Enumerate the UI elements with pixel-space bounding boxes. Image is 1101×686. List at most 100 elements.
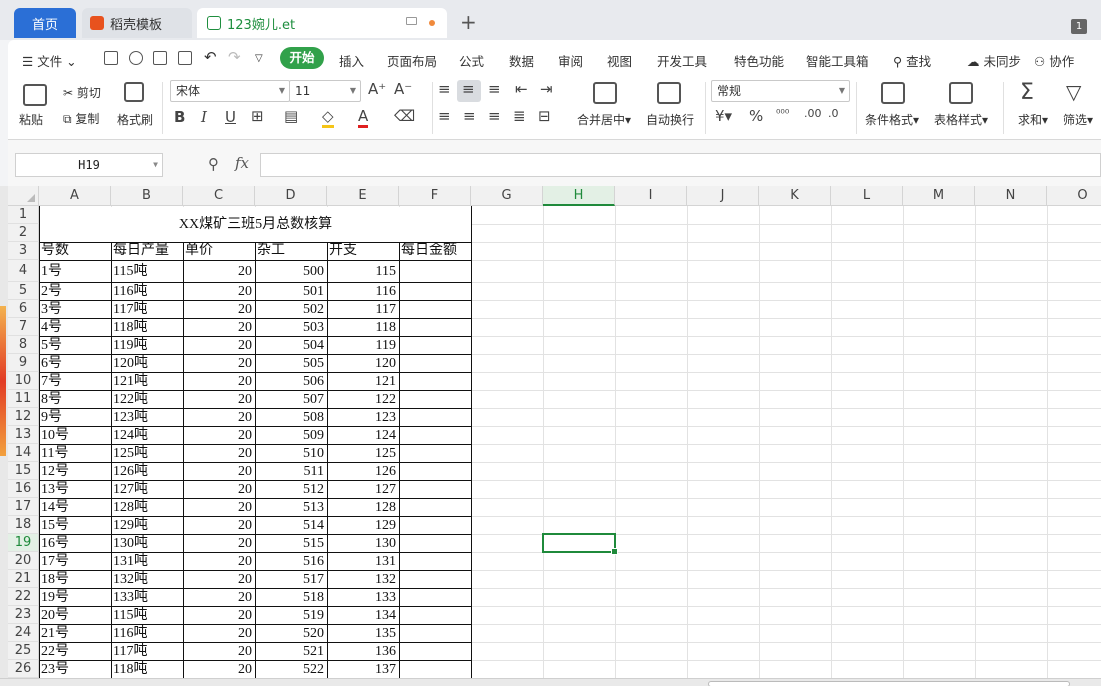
- table-cell[interactable]: 19号: [39, 588, 111, 606]
- increase-decimal-icon[interactable]: .00: [804, 107, 822, 120]
- menu-formula[interactable]: 公式: [459, 51, 484, 70]
- table-cell[interactable]: 8号: [39, 390, 111, 408]
- row-header-15[interactable]: 15: [8, 462, 39, 480]
- table-cell[interactable]: 6号: [39, 354, 111, 372]
- row-header-3[interactable]: 3: [8, 242, 39, 260]
- row-header-24[interactable]: 24: [8, 624, 39, 642]
- table-cell[interactable]: 20: [183, 390, 255, 408]
- thousands-icon[interactable]: ⁰⁰⁰: [776, 107, 789, 120]
- table-cell[interactable]: 12号: [39, 462, 111, 480]
- table-cell[interactable]: 128: [327, 498, 399, 516]
- table-cell[interactable]: 1号: [39, 260, 111, 282]
- table-cell[interactable]: 22号: [39, 642, 111, 660]
- font-size-select[interactable]: 11 ▼: [289, 80, 361, 102]
- row-header-11[interactable]: 11: [8, 390, 39, 408]
- decrease-font-icon[interactable]: A⁻: [394, 80, 412, 98]
- indent-increase-icon[interactable]: ⇥: [540, 80, 553, 98]
- row-header-26[interactable]: 26: [8, 660, 39, 678]
- new-tab-button[interactable]: +: [460, 10, 477, 34]
- table-cell[interactable]: 20: [183, 642, 255, 660]
- font-color-icon[interactable]: A: [358, 107, 369, 128]
- paste-icon[interactable]: [23, 84, 47, 106]
- underline-icon[interactable]: U: [225, 108, 236, 126]
- table-cell[interactable]: [399, 642, 471, 660]
- row-header-8[interactable]: 8: [8, 336, 39, 354]
- table-cell[interactable]: 503: [255, 318, 327, 336]
- table-cell[interactable]: 505: [255, 354, 327, 372]
- table-cell[interactable]: [399, 588, 471, 606]
- format-painter-button[interactable]: 格式刷: [117, 111, 153, 128]
- table-cell[interactable]: 20: [183, 354, 255, 372]
- table-header-cell[interactable]: 号数: [39, 242, 111, 260]
- table-cell[interactable]: 137: [327, 660, 399, 678]
- table-cell[interactable]: 20: [183, 408, 255, 426]
- row-header-7[interactable]: 7: [8, 318, 39, 336]
- table-cell[interactable]: 504: [255, 336, 327, 354]
- menu-insert[interactable]: 插入: [339, 51, 364, 70]
- percent-icon[interactable]: %: [749, 107, 763, 125]
- tab-template[interactable]: 稻壳模板: [82, 8, 192, 38]
- menu-developer[interactable]: 开发工具: [657, 51, 707, 70]
- table-cell[interactable]: 511: [255, 462, 327, 480]
- number-format-select[interactable]: 常规 ▼: [711, 80, 850, 102]
- table-cell[interactable]: 118吨: [111, 660, 183, 678]
- table-cell[interactable]: 121: [327, 372, 399, 390]
- formula-input[interactable]: [260, 153, 1101, 177]
- row-header-12[interactable]: 12: [8, 408, 39, 426]
- table-cell[interactable]: 520: [255, 624, 327, 642]
- table-cell[interactable]: 5号: [39, 336, 111, 354]
- row-header-19[interactable]: 19: [8, 534, 39, 552]
- table-cell[interactable]: 20: [183, 318, 255, 336]
- filter-icon[interactable]: ▽: [1066, 80, 1081, 104]
- table-cell[interactable]: [399, 318, 471, 336]
- export-icon[interactable]: [129, 51, 143, 65]
- zoom-icon[interactable]: ⚲: [208, 155, 219, 173]
- table-cell[interactable]: 16号: [39, 534, 111, 552]
- table-cell[interactable]: 516: [255, 552, 327, 570]
- currency-icon[interactable]: ¥▾: [715, 107, 732, 125]
- fill-pattern-icon[interactable]: ▤: [284, 107, 298, 125]
- paste-button[interactable]: 粘贴: [19, 111, 43, 128]
- table-cell[interactable]: 2号: [39, 282, 111, 300]
- table-cell[interactable]: 20: [183, 336, 255, 354]
- name-box[interactable]: H19 ▼: [15, 153, 163, 177]
- horizontal-scrollbar[interactable]: [708, 681, 1070, 686]
- table-cell[interactable]: 20: [183, 444, 255, 462]
- table-cell[interactable]: 127吨: [111, 480, 183, 498]
- table-cell[interactable]: [399, 534, 471, 552]
- table-cell[interactable]: 506: [255, 372, 327, 390]
- column-header-m[interactable]: M: [903, 186, 975, 206]
- table-cell[interactable]: 117吨: [111, 300, 183, 318]
- column-header-d[interactable]: D: [255, 186, 327, 206]
- table-cell[interactable]: 116吨: [111, 624, 183, 642]
- table-cell[interactable]: 116吨: [111, 282, 183, 300]
- row-header-20[interactable]: 20: [8, 552, 39, 570]
- table-cell[interactable]: 20: [183, 260, 255, 282]
- table-cell[interactable]: 20: [183, 588, 255, 606]
- table-cell[interactable]: 115吨: [111, 606, 183, 624]
- table-cell[interactable]: 123吨: [111, 408, 183, 426]
- column-header-g[interactable]: G: [471, 186, 543, 206]
- distributed-icon[interactable]: ⊟: [538, 107, 551, 125]
- table-cell[interactable]: 502: [255, 300, 327, 318]
- table-cell[interactable]: 15号: [39, 516, 111, 534]
- table-cell[interactable]: 20: [183, 462, 255, 480]
- column-header-o[interactable]: O: [1047, 186, 1101, 206]
- sum-icon[interactable]: Σ: [1020, 80, 1034, 105]
- table-cell[interactable]: 118: [327, 318, 399, 336]
- table-cell[interactable]: 21号: [39, 624, 111, 642]
- table-cell[interactable]: 500: [255, 260, 327, 282]
- table-cell[interactable]: 128吨: [111, 498, 183, 516]
- table-cell[interactable]: 509: [255, 426, 327, 444]
- table-cell[interactable]: [399, 282, 471, 300]
- tab-file[interactable]: 123婉儿.et: [197, 8, 447, 38]
- print-preview-icon[interactable]: [178, 51, 192, 65]
- table-cell[interactable]: 123: [327, 408, 399, 426]
- table-cell[interactable]: 517: [255, 570, 327, 588]
- table-cell[interactable]: [399, 444, 471, 462]
- align-right-icon[interactable]: ≡: [488, 107, 501, 125]
- column-header-e[interactable]: E: [327, 186, 399, 206]
- table-cell[interactable]: 131: [327, 552, 399, 570]
- fx-icon[interactable]: fx: [235, 154, 249, 172]
- conditional-format-button[interactable]: 条件格式▾: [865, 111, 919, 128]
